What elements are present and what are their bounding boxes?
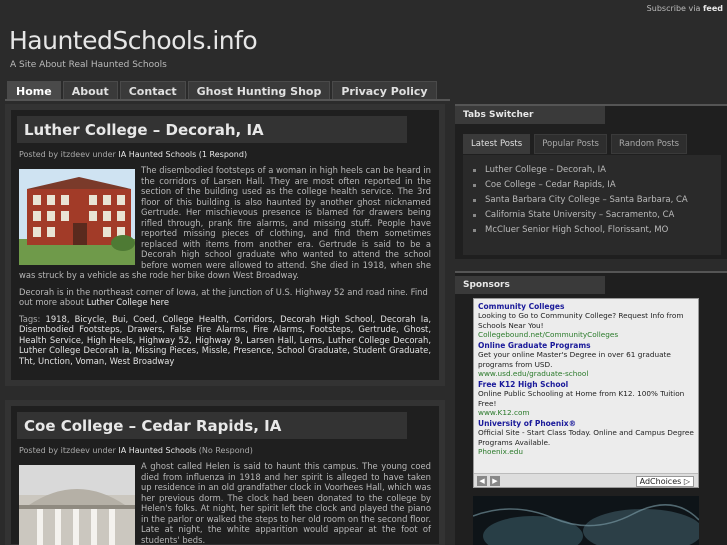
feed-link[interactable]: feed (703, 4, 723, 13)
tabs-switcher-title: Tabs Switcher (455, 106, 605, 124)
tab-random-posts[interactable]: Random Posts (610, 134, 688, 154)
latest-post-link[interactable]: Coe College – Cedar Rapids, IA (471, 178, 721, 193)
ad-next-arrow-icon[interactable]: ▶ (490, 476, 500, 486)
tab-popular-posts[interactable]: Popular Posts (534, 134, 607, 154)
ad-description: Get your online Master's Degree in over … (478, 350, 671, 369)
coe-college-photo (19, 465, 135, 545)
nav-divider (5, 99, 450, 101)
ad-description: Official Site - Start Class Today. Onlin… (478, 428, 694, 447)
ad-headline[interactable]: Free K12 High School (478, 380, 694, 389)
ad-url[interactable]: Collegebound.net/CommunityColleges (478, 330, 694, 340)
site-tagline: A Site About Real Haunted Schools (10, 60, 167, 70)
ad-unit: Community Colleges Looking to Go to Comm… (473, 298, 699, 488)
comments-link[interactable]: (1 Respond) (199, 150, 247, 159)
comments-count[interactable]: (No Respond) (199, 446, 253, 455)
category-link[interactable]: IA Haunted Schools (118, 150, 196, 159)
post-luther-college: Luther College – Decorah, IA Posted by i… (5, 104, 445, 386)
adchoices-link[interactable]: AdChoices ▷ (635, 476, 694, 487)
post-body: The disembodied footsteps of a woman in … (19, 165, 431, 280)
latest-post-link[interactable]: California State University – Sacramento… (471, 208, 721, 223)
post-meta: Posted by itzdeev under IA Haunted Schoo… (19, 150, 248, 159)
luther-college-photo (19, 169, 135, 265)
post-title[interactable]: Luther College – Decorah, IA (24, 121, 400, 139)
post-tags: Tags: 1918, Bicycle, Bui, Coed, College … (19, 313, 432, 366)
ad-description: Online Public Schooling at Home from K12… (478, 389, 685, 408)
tabs-bar: Latest Posts Popular Posts Random Posts (463, 134, 688, 154)
ad-headline[interactable]: University of Phoenix® (478, 419, 694, 428)
nav-contact[interactable]: Contact (119, 81, 186, 101)
main-nav: Home About Contact Ghost Hunting Shop Pr… (7, 81, 437, 101)
category-link[interactable]: IA Haunted Schools (118, 446, 196, 455)
post-coe-college: Coe College – Cedar Rapids, IA Posted by… (5, 400, 445, 545)
luther-college-link[interactable]: Luther College here (87, 297, 169, 307)
latest-posts-list: Luther College – Decorah, IA Coe College… (463, 155, 721, 255)
ad-description: Looking to Go to Community College? Requ… (478, 311, 684, 330)
latest-post-link[interactable]: Luther College – Decorah, IA (471, 163, 721, 178)
tag-links[interactable]: 1918, Bicycle, Bui, Coed, College Health… (19, 314, 431, 366)
post-meta: Posted by itzdeev under IA Haunted Schoo… (19, 446, 253, 455)
nav-home[interactable]: Home (7, 81, 61, 101)
ad-prev-arrow-icon[interactable]: ◀ (477, 476, 487, 486)
ad-url[interactable]: Phoenix.edu (478, 447, 694, 457)
subscribe-bar: Subscribe via feed (646, 4, 723, 13)
nav-ghost-hunting-shop[interactable]: Ghost Hunting Shop (187, 81, 331, 101)
ad-url[interactable]: www.K12.com (478, 408, 694, 418)
ad-headline[interactable]: Online Graduate Programs (478, 341, 694, 350)
post-title[interactable]: Coe College – Cedar Rapids, IA (24, 417, 400, 435)
post-body: A ghost called Helen is said to haunt th… (19, 461, 431, 545)
site-title[interactable]: HauntedSchools.info (9, 26, 258, 55)
post-location-paragraph: Decorah is in the northeast corner of Io… (19, 286, 428, 308)
sponsor-banner-image[interactable] (473, 496, 699, 545)
ad-url[interactable]: www.usd.edu/graduate-school (478, 369, 694, 379)
post-title-bar: Coe College – Cedar Rapids, IA (17, 412, 407, 439)
latest-post-link[interactable]: McCluer Senior High School, Florissant, … (471, 223, 721, 238)
sponsors-title: Sponsors (455, 276, 605, 294)
ad-headline[interactable]: Community Colleges (478, 302, 694, 311)
ad-footer: ◀ ▶ AdChoices ▷ (474, 473, 698, 487)
nav-privacy-policy[interactable]: Privacy Policy (332, 81, 437, 101)
latest-post-link[interactable]: Santa Barbara City College – Santa Barba… (471, 193, 721, 208)
tab-latest-posts[interactable]: Latest Posts (463, 134, 531, 154)
nav-about[interactable]: About (62, 81, 118, 101)
post-title-bar: Luther College – Decorah, IA (17, 116, 407, 143)
